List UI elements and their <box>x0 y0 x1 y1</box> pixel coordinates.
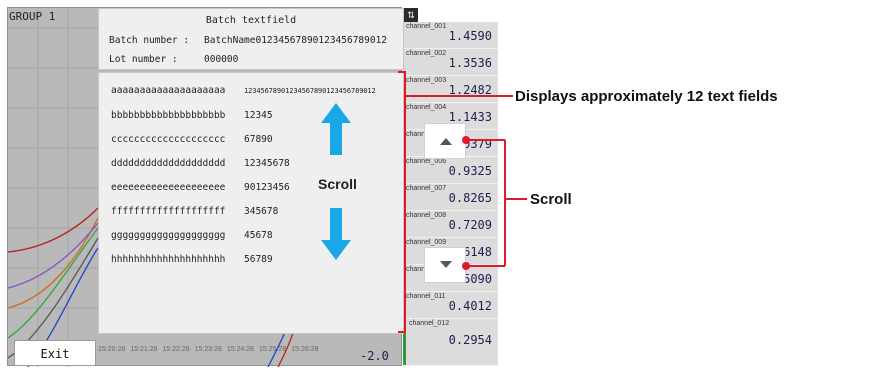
callout-lines <box>398 71 527 333</box>
callout-scroll: Scroll <box>530 191 572 208</box>
callout-displays: Displays approximately 12 text fields <box>515 88 778 105</box>
screen: GROUP 1 ⇅ channel_001 1.4590 channel_002 1… <box>0 0 895 368</box>
